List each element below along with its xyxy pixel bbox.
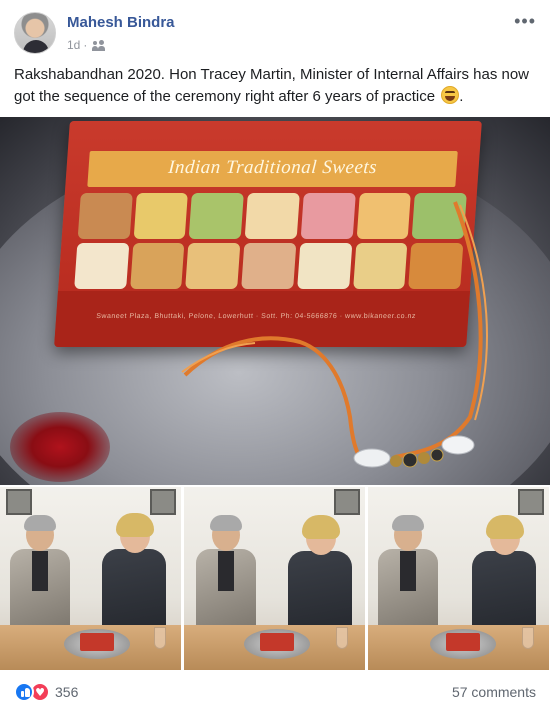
kumkum-powder [10,412,110,482]
sweets-box-small [80,633,114,651]
post-header: Mahesh Bindra 1d · ••• [0,0,550,62]
photo-thumbnails [0,487,550,670]
woman-figure [472,507,536,637]
woman-figure [102,505,166,635]
reactions-summary[interactable]: ♥ 356 [14,682,78,702]
post-footer: ♥ 356 57 comments [0,670,550,710]
more-options-icon[interactable]: ••• [514,12,536,30]
wine-glass [522,627,534,649]
woman-figure [288,507,352,637]
post-timestamp[interactable]: 1d [67,38,80,52]
sweets-box-small [446,633,480,651]
author-name[interactable]: Mahesh Bindra [67,14,175,31]
post-text: Rakshabandhan 2020. Hon Tracey Martin, M… [14,66,530,105]
friends-icon[interactable] [92,39,106,51]
post-meta: 1d · [67,38,106,52]
wine-glass [154,627,166,649]
photo-thumbnail-2[interactable] [184,487,365,670]
like-icon [14,682,34,702]
photo-thumbnail-1[interactable] [0,487,181,670]
sweets-box-small [260,633,294,651]
man-figure [196,509,256,629]
laughing-emoji-icon [441,86,460,104]
man-figure [10,509,70,629]
author-avatar[interactable] [14,12,56,54]
man-figure [378,509,438,629]
main-photo[interactable]: Indian Traditional Sweets Swaneet Plaza,… [0,117,550,485]
facebook-post: Mahesh Bindra 1d · ••• Rakshabandhan 202… [0,0,550,710]
comments-count[interactable]: 57 comments [452,684,536,700]
meta-separator: · [83,38,88,52]
wine-glass [336,627,348,649]
reaction-count[interactable]: 356 [55,684,78,700]
photo-thumbnail-3[interactable] [368,487,549,670]
